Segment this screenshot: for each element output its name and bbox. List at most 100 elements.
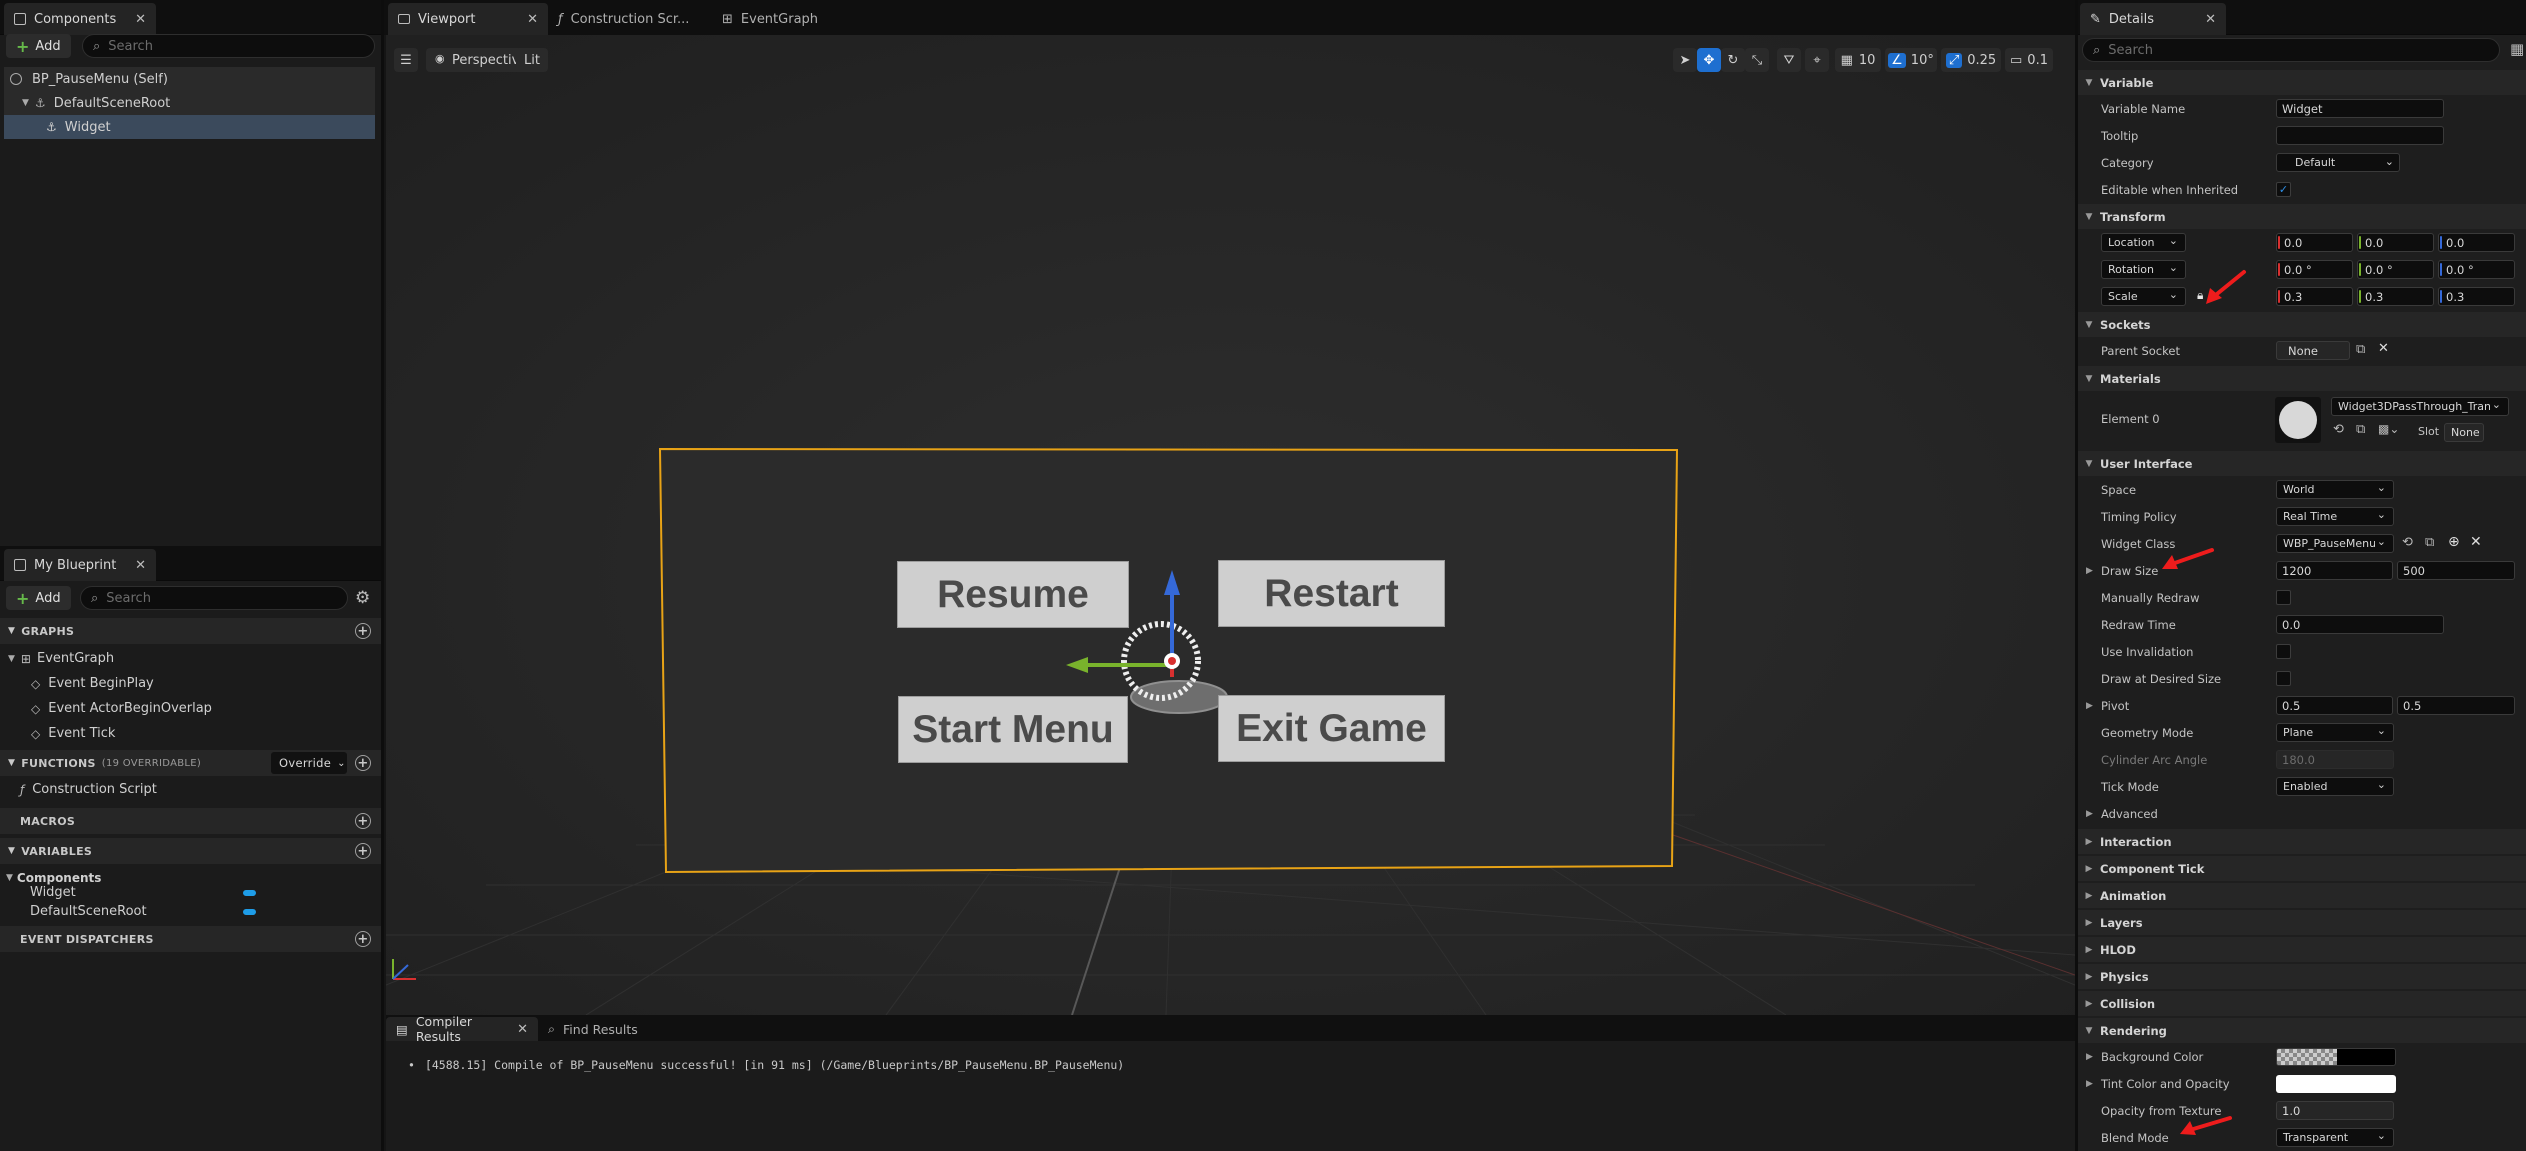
add-variable-icon[interactable]: + [355,843,371,859]
details-search-input[interactable]: ⌕ Search [2082,38,2500,62]
add-graph-icon[interactable]: + [355,623,371,639]
property-matrix-icon[interactable]: ▦ [2510,40,2524,58]
draw-size-x-field[interactable]: 1200 [2276,561,2393,580]
clear-socket-icon[interactable]: ✕ [2378,341,2389,356]
event-item-actorbeginoverlap[interactable]: ◇ Event ActorBeginOverlap [0,696,381,721]
location-mode-dropdown[interactable]: Location ⌄ [2101,233,2186,252]
tab-components[interactable]: Components ✕ [4,3,156,35]
rotation-x-field[interactable]: 0.0 ° [2276,260,2353,279]
section-component-tick[interactable]: ▶ Component Tick [2078,856,2526,881]
scale-mode-icon[interactable]: ⤡ [1745,48,1769,72]
close-icon[interactable]: ✕ [2205,12,2216,27]
expand-arrow-icon[interactable]: ▶ [2086,566,2093,576]
location-x-field[interactable]: 0.0 [2276,233,2353,252]
section-layers[interactable]: ▶ Layers [2078,910,2526,935]
translate-mode-icon[interactable]: ✥ [1697,48,1721,72]
background-color-swatch[interactable] [2276,1048,2396,1066]
material-options-icon[interactable]: ▩⌄ [2378,422,2399,436]
section-variable[interactable]: ▼ Variable [2078,70,2526,95]
camera-speed-button[interactable]: ▭ 0.1 [2005,48,2053,72]
location-y-field[interactable]: 0.0 [2357,233,2434,252]
material-thumbnail[interactable] [2275,397,2321,443]
browse-class-icon[interactable]: ⧉ [2425,535,2434,550]
widget-button-restart[interactable]: Restart [1218,560,1445,627]
settings-gear-icon[interactable]: ⚙ [355,588,370,608]
row-advanced[interactable]: ▶ Advanced [2078,800,2526,827]
widget-button-resume[interactable]: Resume [897,561,1129,628]
scale-z-field[interactable]: 0.3 [2438,287,2515,306]
tab-viewport[interactable]: Viewport ✕ [388,3,548,35]
grid-snap-button[interactable]: ▦ 10 [1835,48,1881,72]
tab-eventgraph[interactable]: ⊞ EventGraph [712,3,852,35]
variables-section-header[interactable]: ▼ VARIABLES + [0,838,381,864]
manually-redraw-checkbox[interactable] [2276,590,2291,605]
add-macro-icon[interactable]: + [355,813,371,829]
tree-item-widget[interactable]: ⚓ Widget [4,115,375,139]
scale-y-field[interactable]: 0.3 [2357,287,2434,306]
location-z-field[interactable]: 0.0 [2438,233,2515,252]
widget-button-exit-game[interactable]: Exit Game [1218,695,1445,762]
close-icon[interactable]: ✕ [135,12,146,27]
category-dropdown[interactable]: Default ⌄ [2276,153,2400,172]
graphs-section-header[interactable]: ▼ GRAPHS + [0,618,381,644]
browse-socket-icon[interactable]: ⧉ [2356,342,2365,357]
close-icon[interactable]: ✕ [527,12,538,27]
right-splitter[interactable] [2075,0,2078,1151]
left-splitter[interactable] [381,0,384,1151]
blend-mode-dropdown[interactable]: Transparent ⌄ [2276,1128,2394,1147]
rotation-snap-button[interactable]: ∠ 10° [1885,48,1937,72]
select-mode-icon[interactable]: ➤ [1673,48,1697,72]
close-icon[interactable]: ✕ [135,558,146,573]
add-component-button[interactable]: + Add [6,34,71,58]
section-materials[interactable]: ▼ Materials [2078,366,2526,391]
tree-item-defaultsceneroot[interactable]: ▼ ⚓ DefaultSceneRoot [4,91,375,115]
expand-arrow-icon[interactable]: ▶ [2086,1052,2093,1062]
components-search-input[interactable]: ⌕ Search [82,34,375,58]
browse-material-icon[interactable]: ⧉ [2356,422,2365,437]
section-transform[interactable]: ▼ Transform [2078,204,2526,229]
clear-class-icon[interactable]: ✕ [2470,534,2482,550]
pivot-y-field[interactable]: 0.5 [2397,696,2515,715]
tree-item-self[interactable]: BP_PauseMenu (Self) [4,67,375,91]
scale-snap-button[interactable]: ⤢ 0.25 [1941,48,2001,72]
close-icon[interactable]: ✕ [517,1022,528,1037]
expand-arrow-icon[interactable]: ▶ [2086,701,2093,711]
override-dropdown[interactable]: Override ⌄ [271,752,347,774]
timing-policy-dropdown[interactable]: Real Time ⌄ [2276,507,2394,526]
opacity-texture-field[interactable]: 1.0 [2276,1101,2394,1120]
functions-section-header[interactable]: ▼ FUNCTIONS (19 OVERRIDABLE) Override ⌄ … [0,750,381,776]
rotation-z-field[interactable]: 0.0 ° [2438,260,2515,279]
section-physics[interactable]: ▶ Physics [2078,964,2526,989]
event-dispatchers-section-header[interactable]: EVENT DISPATCHERS + [0,926,381,952]
widget-button-start-menu[interactable]: Start Menu [898,696,1128,763]
geometry-mode-dropdown[interactable]: Plane ⌄ [2276,723,2394,742]
tab-details[interactable]: ✎ Details ✕ [2080,3,2226,35]
widget-class-dropdown[interactable]: WBP_PauseMenu ⌄ [2276,534,2394,553]
space-dropdown[interactable]: World ⌄ [2276,480,2394,499]
macros-section-header[interactable]: MACROS + [0,808,381,834]
rotate-mode-icon[interactable]: ↻ [1721,48,1745,72]
variable-name-field[interactable]: Widget [2276,99,2444,118]
rotation-mode-dropdown[interactable]: Rotation ⌄ [2101,260,2186,279]
tab-my-blueprint[interactable]: My Blueprint ✕ [4,549,156,581]
expand-arrow-icon[interactable]: ▶ [2086,1079,2093,1089]
parent-socket-field[interactable]: None [2276,341,2350,360]
lock-icon[interactable]: 🔒︎ [2197,288,2203,303]
section-interaction[interactable]: ▶ Interaction [2078,829,2526,854]
tint-color-swatch[interactable] [2276,1075,2396,1093]
surface-snap-icon[interactable]: ⌖ [1805,48,1829,72]
use-selected-icon[interactable]: ⟲ [2333,422,2344,437]
slot-dropdown[interactable]: None [2444,423,2484,442]
graph-item-eventgraph[interactable]: ▼ ⊞ EventGraph [0,646,381,671]
scale-x-field[interactable]: 0.3 [2276,287,2353,306]
function-item-construction-script[interactable]: ƒ Construction Script [0,777,381,802]
editable-inherited-checkbox[interactable]: ✓ [2276,182,2291,197]
add-function-icon[interactable]: + [355,755,371,771]
rotation-y-field[interactable]: 0.0 ° [2357,260,2434,279]
tab-compiler-results[interactable]: ▤ Compiler Results ✕ [386,1014,538,1044]
tab-construction-script[interactable]: ƒ Construction Scr... [548,3,708,35]
add-blueprint-item-button[interactable]: + Add [6,586,71,610]
use-selected-icon[interactable]: ⟲ [2402,535,2413,550]
viewport[interactable]: Resume Restart Start Menu Exit Game ☰ ◉ … [386,35,2075,1015]
tooltip-field[interactable] [2276,126,2444,145]
